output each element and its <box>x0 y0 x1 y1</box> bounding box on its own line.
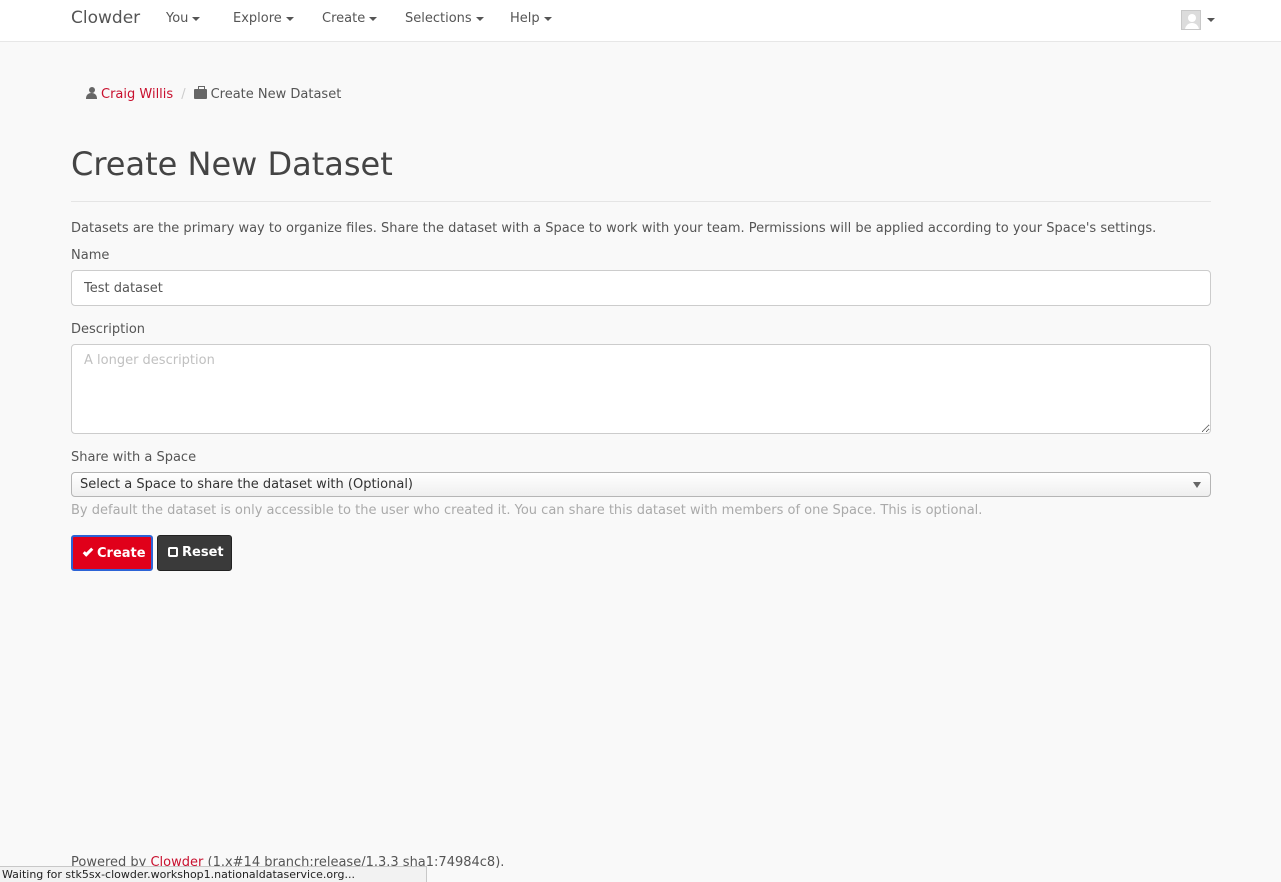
breadcrumb-user-link[interactable]: Craig Willis <box>101 87 173 102</box>
breadcrumb: Craig Willis / Create New Dataset <box>86 86 342 102</box>
menu-selections[interactable]: Selections <box>405 11 484 26</box>
briefcase-icon <box>193 86 207 99</box>
breadcrumb-separator: / <box>181 87 186 102</box>
name-label: Name <box>71 248 110 263</box>
menu-create[interactable]: Create <box>322 11 378 26</box>
check-icon <box>82 546 94 557</box>
avatar-head-shape <box>1188 14 1196 22</box>
chevron-down-icon[interactable] <box>1207 18 1215 22</box>
user-avatar[interactable] <box>1181 10 1201 30</box>
top-navbar: Clowder You Explore Create Selections He… <box>0 0 1281 42</box>
menu-you-label: You <box>166 11 189 26</box>
chevron-down-icon <box>475 16 484 21</box>
breadcrumb-current: Create New Dataset <box>210 87 342 102</box>
square-icon <box>168 547 178 557</box>
menu-help[interactable]: Help <box>510 11 552 26</box>
page-intro: Datasets are the primary way to organize… <box>71 221 1157 236</box>
description-textarea[interactable] <box>71 344 1211 434</box>
space-label: Share with a Space <box>71 450 197 465</box>
menu-create-label: Create <box>322 11 366 26</box>
create-button-label: Create <box>97 546 146 561</box>
space-select-value: Select a Space to share the dataset with… <box>80 477 414 492</box>
menu-explore-label: Explore <box>233 11 282 26</box>
space-select[interactable]: Select a Space to share the dataset with… <box>71 472 1211 497</box>
dropdown-arrow-icon <box>1193 482 1201 488</box>
name-input[interactable] <box>71 270 1211 306</box>
brand-link[interactable]: Clowder <box>71 8 140 28</box>
chevron-down-icon <box>192 16 201 21</box>
menu-help-label: Help <box>510 11 540 26</box>
space-help-text: By default the dataset is only accessibl… <box>71 503 983 518</box>
chevron-down-icon <box>285 16 294 21</box>
reset-button-label: Reset <box>182 545 224 560</box>
menu-you[interactable]: You <box>166 11 201 26</box>
menu-selections-label: Selections <box>405 11 472 26</box>
page-title: Create New Dataset <box>71 145 393 183</box>
description-label: Description <box>71 322 146 337</box>
avatar-body-shape <box>1185 23 1199 29</box>
reset-button[interactable]: Reset <box>157 535 232 571</box>
user-icon <box>86 87 97 99</box>
chevron-down-icon <box>369 16 378 21</box>
menu-explore[interactable]: Explore <box>233 11 294 26</box>
title-divider <box>71 201 1211 202</box>
chevron-down-icon <box>543 16 552 21</box>
create-button[interactable]: Create <box>71 535 153 571</box>
browser-status-bar: Waiting for stk5sx-clowder.workshop1.nat… <box>0 866 427 882</box>
